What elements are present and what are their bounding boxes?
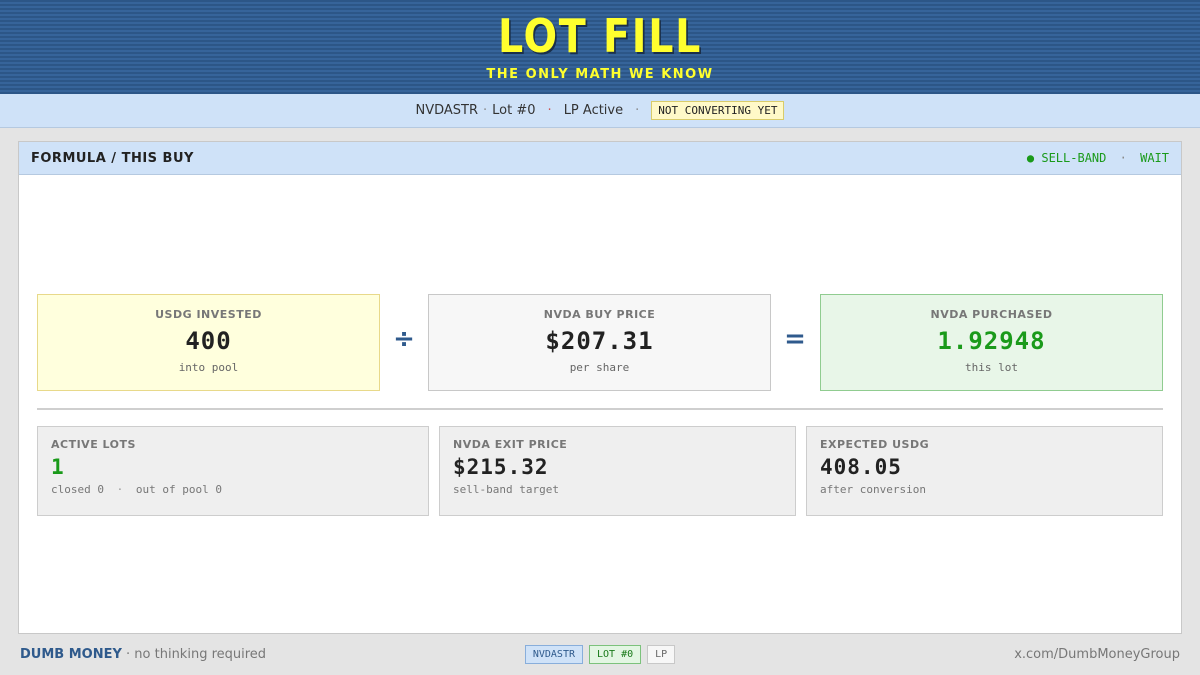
out-of-pool-count: out of pool 0 [135,483,222,496]
usdg-invested-card: USDG INVESTED 400 into pool [37,294,380,391]
card-label: NVDA EXIT PRICE [453,438,568,451]
convert-status-badge: NOT CONVERTING YET [651,101,785,120]
card-subtext: after conversion [820,483,926,496]
panel-header: FORMULA / THIS BUY ● SELL-BAND · WAIT [19,142,1181,175]
ticker-label: NVDASTR [415,103,479,118]
formula-panel: FORMULA / THIS BUY ● SELL-BAND · WAIT US… [18,141,1182,634]
card-label: ACTIVE LOTS [51,438,136,451]
stats-row: ACTIVE LOTS 1 closed 0 · out of pool 0 N… [37,426,1165,516]
nvda-purchased-card: NVDA PURCHASED 1.92948 this lot [820,294,1163,391]
separator: · [1119,151,1127,165]
footer-brand: DUMB MONEY · no thinking required [20,647,525,662]
sell-band-status: ● SELL-BAND · WAIT [1027,151,1169,165]
app-subtitle: THE ONLY MATH WE KNOW [486,67,714,82]
footer-tags: NVDASTR LOT #0 LP [524,645,676,664]
lp-tag: LP [647,645,676,664]
usdg-invested-value: 400 [185,327,232,355]
lot-label: Lot #0 [492,103,536,118]
formula-row: USDG INVESTED 400 into pool ÷ NVDA BUY P… [37,294,1165,392]
card-label: EXPECTED USDG [820,438,930,451]
card-label: NVDA PURCHASED [930,308,1053,321]
divider [37,408,1163,410]
card-subtext: sell-band target [453,483,559,496]
lot-tag: LOT #0 [589,645,642,664]
card-subtext: closed 0 · out of pool 0 [51,483,415,496]
divide-icon: ÷ [393,324,415,354]
social-link[interactable]: x.com/DumbMoneyGroup [675,647,1180,662]
nvda-exit-price-value: $215.32 [453,455,549,479]
ticker-tag: NVDASTR [524,645,583,664]
nvda-buy-price-value: $207.31 [545,327,654,355]
card-subtext: this lot [965,361,1018,374]
separator: · [116,483,124,496]
expected-usdg-card: EXPECTED USDG 408.05 after conversion [806,426,1163,516]
nvda-exit-price-card: NVDA EXIT PRICE $215.32 sell-band target [439,426,796,516]
separator: · [483,103,488,118]
active-lots-value: 1 [51,455,65,479]
card-subtext: into pool [178,361,239,374]
nvda-purchased-value: 1.92948 [937,327,1046,355]
closed-count: closed 0 [51,483,104,496]
card-label: USDG INVESTED [155,308,262,321]
wait-indicator: WAIT [1140,151,1169,165]
status-bar: NVDASTR · Lot #0 · LP Active · NOT CONVE… [0,94,1200,128]
panel-title: FORMULA / THIS BUY [31,150,194,166]
nvda-buy-price-card: NVDA BUY PRICE $207.31 per share [428,294,771,391]
separator: · [547,103,552,118]
header-banner: LOT FILL THE ONLY MATH WE KNOW [0,0,1200,94]
active-lots-card: ACTIVE LOTS 1 closed 0 · out of pool 0 [37,426,429,516]
separator: · [635,103,640,118]
sell-band-indicator: ● SELL-BAND [1026,151,1107,165]
lp-status: LP Active [563,103,624,118]
card-subtext: per share [569,361,630,374]
card-label: NVDA BUY PRICE [543,308,656,321]
equals-icon: = [784,324,806,354]
footer: DUMB MONEY · no thinking required NVDAST… [0,634,1200,675]
brand-tagline: · no thinking required [126,647,267,662]
expected-usdg-value: 408.05 [820,455,902,479]
app-title: LOT FILL [497,9,703,63]
brand-name: DUMB MONEY [20,647,122,662]
